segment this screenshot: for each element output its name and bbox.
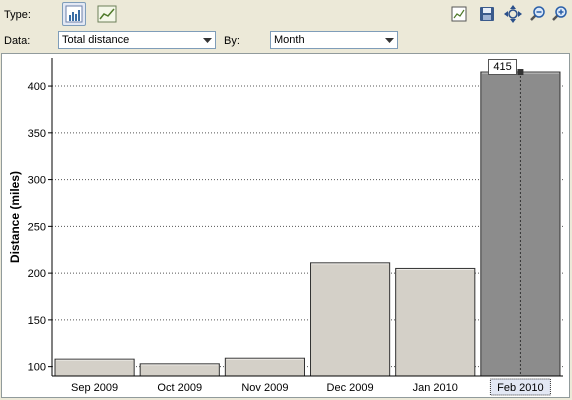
- y-axis-label: Distance (miles): [8, 171, 22, 263]
- bar-sep-2009: [54, 358, 135, 377]
- selection-marker: [517, 69, 524, 76]
- value-tooltip: 415: [488, 59, 517, 76]
- bar-chart-icon: [65, 5, 83, 23]
- chart-panel: 100 150 200 250 300 350 400 Sep 2009 Oct 2009 Nov…: [1, 53, 570, 398]
- y-tick-label: 350: [28, 128, 46, 140]
- bar-jan-2010: [395, 267, 476, 377]
- x-tick-label: Jan 2010: [413, 382, 458, 394]
- bar-nov-2009: [224, 357, 305, 377]
- chart-settings-button[interactable]: [450, 5, 468, 23]
- chevron-down-icon[interactable]: [381, 32, 397, 48]
- zoom-out-button[interactable]: [528, 5, 546, 23]
- y-tick-label: 400: [28, 81, 46, 93]
- zoom-in-icon: [552, 6, 567, 21]
- x-tick-label: Dec 2009: [327, 382, 374, 394]
- x-tick-label: Feb 2010: [497, 382, 543, 394]
- data-select-value: Total distance: [62, 34, 130, 46]
- pan-button[interactable]: [504, 5, 522, 23]
- y-tick-label: 150: [28, 315, 46, 327]
- y-tick-label: 250: [28, 221, 46, 233]
- x-tick-label: Sep 2009: [71, 382, 118, 394]
- by-select-value: Month: [274, 34, 305, 46]
- by-label: By:: [224, 35, 240, 47]
- bar-chart-type-button[interactable]: [62, 2, 86, 26]
- line-chart-type-button[interactable]: [95, 2, 119, 26]
- save-button[interactable]: [478, 5, 496, 23]
- pan-icon: [504, 5, 522, 23]
- chevron-down-icon[interactable]: [199, 32, 215, 48]
- bar-dec-2009: [310, 262, 391, 377]
- by-select[interactable]: Month: [270, 31, 398, 49]
- zoom-out-icon: [530, 6, 545, 21]
- distance-bar-chart: 100 150 200 250 300 350 400 Sep 2009 Oct 2009 Nov…: [8, 58, 563, 396]
- data-label: Data:: [4, 35, 31, 47]
- filter-bar: Data: Total distance By: Month: [0, 29, 572, 51]
- data-select[interactable]: Total distance: [58, 31, 216, 49]
- y-tick-label: 200: [28, 268, 46, 280]
- bar-oct-2009: [139, 363, 220, 377]
- line-chart-icon: [97, 5, 117, 23]
- zoom-in-button[interactable]: [550, 5, 568, 23]
- x-tick-label: Nov 2009: [241, 382, 288, 394]
- x-tick-label: Oct 2009: [157, 382, 202, 394]
- chart-settings-icon: [451, 6, 467, 22]
- y-tick-label: 300: [28, 175, 46, 187]
- y-tick-label: 100: [28, 362, 46, 374]
- toolbar: Type:: [0, 0, 572, 28]
- type-label: Type:: [4, 9, 31, 21]
- save-icon: [480, 7, 494, 21]
